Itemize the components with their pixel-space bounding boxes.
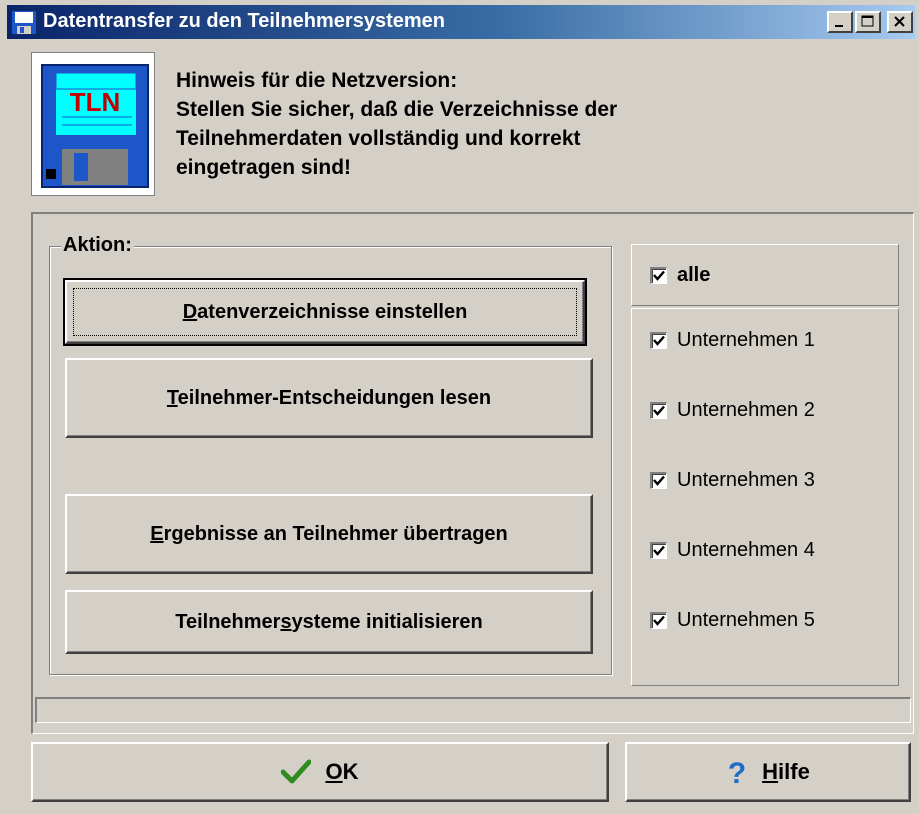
maximize-icon <box>861 15 874 27</box>
dialog-window: Datentransfer zu den Teilnehmersystemen … <box>0 0 919 814</box>
question-mark-icon: ? <box>726 757 748 787</box>
checkbox-company-4[interactable]: Unternehmen 4 <box>650 539 815 562</box>
disk-info-icon: TLN <box>31 52 155 196</box>
checkmark-icon <box>653 615 665 626</box>
checkmark-icon <box>653 270 665 281</box>
select-all-panel: alle <box>631 244 899 306</box>
button-label: Teilnehmersysteme initialisieren <box>175 610 483 633</box>
checkbox[interactable] <box>650 332 667 349</box>
button-label: OK <box>325 759 359 784</box>
checkbox[interactable] <box>650 472 667 489</box>
checkbox-company-5[interactable]: Unternehmen 5 <box>650 609 815 632</box>
checkmark-icon <box>653 475 665 486</box>
checkbox-label: Unternehmen 1 <box>677 329 815 351</box>
close-button[interactable] <box>887 11 913 33</box>
transfer-results-button[interactable]: Ergebnisse an Teilnehmer übertragen <box>65 494 593 574</box>
action-group-label: Aktion: <box>61 234 134 257</box>
button-label: Ergebnisse an Teilnehmer übertragen <box>150 522 508 545</box>
minimize-button[interactable] <box>827 11 853 33</box>
checkbox-company-2[interactable]: Unternehmen 2 <box>650 399 815 422</box>
checkbox-label: Unternehmen 3 <box>677 469 815 491</box>
title-bar[interactable]: Datentransfer zu den Teilnehmersystemen <box>7 5 915 39</box>
read-participant-decisions-button[interactable]: Teilnehmer-Entscheidungen lesen <box>65 358 593 438</box>
checkbox[interactable] <box>650 612 667 629</box>
close-icon <box>894 16 905 27</box>
svg-text:?: ? <box>728 757 746 787</box>
checkbox-company-1[interactable]: Unternehmen 1 <box>650 329 815 352</box>
hint-text: Hinweis für die Netzversion: Stellen Sie… <box>176 66 796 182</box>
tln-label: TLN <box>70 87 121 117</box>
button-label: Hilfe <box>762 759 810 784</box>
checkmark-icon <box>653 405 665 416</box>
checkmark-icon <box>281 759 312 785</box>
progress-bar <box>35 697 911 723</box>
hint-line: eingetragen sind! <box>176 156 352 179</box>
floppy-disk-icon[interactable] <box>10 9 38 36</box>
checkbox-company-3[interactable]: Unternehmen 3 <box>650 469 815 492</box>
checkbox-all[interactable]: alle <box>650 264 710 287</box>
checkbox-label: Unternehmen 4 <box>677 539 815 561</box>
company-list-panel: Unternehmen 1 Unternehmen 2 Unternehmen … <box>631 308 899 686</box>
checkbox[interactable] <box>650 542 667 559</box>
set-data-directories-button[interactable]: Datenverzeichnisse einstellen <box>63 278 587 346</box>
checkmark-icon <box>653 545 665 556</box>
window-title: Datentransfer zu den Teilnehmersystemen <box>43 10 445 32</box>
checkbox[interactable] <box>650 267 667 284</box>
hint-line: Teilnehmerdaten vollständig und korrekt <box>176 127 581 150</box>
checkbox-label: alle <box>677 264 711 286</box>
checkbox[interactable] <box>650 402 667 419</box>
help-button[interactable]: ? Hilfe <box>625 742 911 802</box>
focus-rect <box>73 288 577 336</box>
hint-line: Stellen Sie sicher, daß die Verzeichniss… <box>176 98 618 121</box>
button-label: Teilnehmer-Entscheidungen lesen <box>166 386 492 409</box>
ok-button[interactable]: OK <box>31 742 609 802</box>
checkmark-icon <box>653 335 665 346</box>
maximize-button[interactable] <box>855 11 881 33</box>
checkbox-label: Unternehmen 2 <box>677 399 815 421</box>
hint-line: Hinweis für die Netzversion: <box>176 69 458 92</box>
checkbox-label: Unternehmen 5 <box>677 609 815 631</box>
minimize-icon <box>835 25 843 27</box>
initialize-participant-systems-button[interactable]: Teilnehmersysteme initialisieren <box>65 590 593 654</box>
